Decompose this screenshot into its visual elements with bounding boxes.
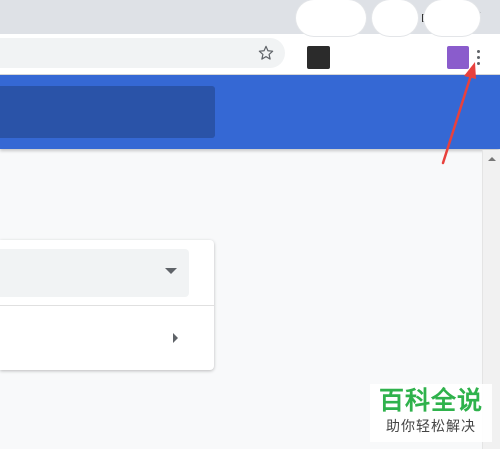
watermark-subtitle: 助你轻松解决	[386, 419, 476, 435]
extension-icon[interactable]	[307, 46, 330, 69]
settings-row[interactable]	[0, 306, 214, 370]
caret-right-icon	[173, 333, 178, 343]
extension-pill[interactable]	[424, 0, 480, 36]
address-bar[interactable]	[0, 38, 285, 68]
dropdown-select[interactable]	[0, 249, 189, 297]
watermark: 百科全说 助你轻松解决	[370, 384, 492, 442]
extension-pill[interactable]	[296, 0, 366, 36]
settings-card	[0, 240, 214, 370]
star-icon	[258, 45, 274, 60]
scroll-up-arrow-icon[interactable]	[483, 153, 500, 165]
bookmark-star-button[interactable]	[255, 42, 277, 64]
page-header	[0, 75, 500, 149]
extension-icon[interactable]	[447, 46, 469, 69]
more-vert-icon[interactable]	[472, 44, 484, 70]
extension-pill[interactable]	[372, 0, 418, 36]
watermark-title: 百科全说	[378, 386, 483, 415]
caret-down-icon	[165, 268, 177, 274]
browser-toolbar	[0, 34, 500, 75]
header-search-box[interactable]	[0, 86, 215, 138]
